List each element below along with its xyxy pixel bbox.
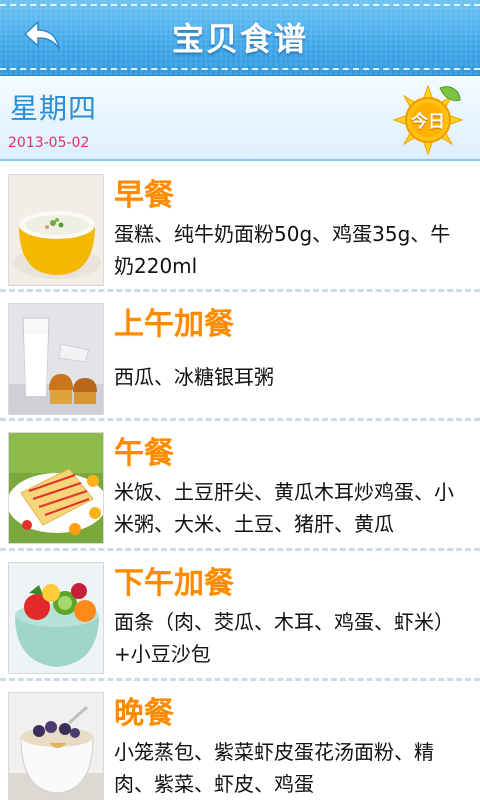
today-button[interactable]: 今日: [390, 82, 466, 158]
divider: [0, 418, 480, 421]
meal-item-afternoon-snack[interactable]: 下午加餐 面条（肉、茭瓜、木耳、鸡蛋、虾米）+小豆沙包: [0, 554, 480, 684]
divider: [0, 678, 480, 681]
meal-name: 早餐: [114, 178, 174, 213]
weekday-label: 星期四: [10, 92, 98, 125]
dessert-cup-photo: [8, 692, 104, 800]
today-label: 今日: [411, 112, 445, 132]
divider: [0, 548, 480, 551]
page-title: 宝贝食谱: [171, 20, 308, 58]
milk-and-muffins-photo: [8, 303, 104, 415]
meal-description: 面条（肉、茭瓜、木耳、鸡蛋、虾米）+小豆沙包: [114, 610, 454, 666]
meal-name: 下午加餐: [114, 566, 234, 601]
meal-item-morning-snack[interactable]: 上午加餐 西瓜、冰糖银耳粥: [0, 295, 480, 425]
meal-item-lunch[interactable]: 午餐 米饭、土豆肝尖、黄瓜木耳炒鸡蛋、小米粥、大米、土豆、猪肝、黄瓜: [0, 424, 480, 554]
stitch-line: [0, 4, 480, 6]
porridge-bowl-photo: [8, 174, 104, 286]
meal-description: 蛋糕、纯牛奶面粉50g、鸡蛋35g、牛奶220ml: [114, 222, 451, 278]
title-bar: 宝贝食谱: [0, 0, 480, 76]
divider: [0, 289, 480, 292]
meal-item-dinner[interactable]: 晚餐 小笼蒸包、紫菜虾皮蛋花汤面粉、精肉、紫菜、虾皮、鸡蛋: [0, 684, 480, 800]
stitch-line: [0, 68, 480, 70]
meal-name: 上午加餐: [114, 307, 234, 342]
meal-item-breakfast[interactable]: 早餐 蛋糕、纯牛奶面粉50g、鸡蛋35g、牛奶220ml: [0, 166, 480, 296]
fruit-salad-bowl-photo: [8, 562, 104, 674]
meal-name: 午餐: [114, 436, 174, 471]
meal-name: 晚餐: [114, 696, 174, 731]
date-label: 2013-05-02: [8, 135, 90, 151]
meal-description: 小笼蒸包、紫菜虾皮蛋花汤面粉、精肉、紫菜、虾皮、鸡蛋: [114, 740, 434, 796]
meal-description: 米饭、土豆肝尖、黄瓜木耳炒鸡蛋、小米粥、大米、土豆、猪肝、黄瓜: [114, 480, 454, 536]
meal-description: 西瓜、冰糖银耳粥: [114, 365, 274, 389]
omelette-plate-photo: [8, 432, 104, 544]
